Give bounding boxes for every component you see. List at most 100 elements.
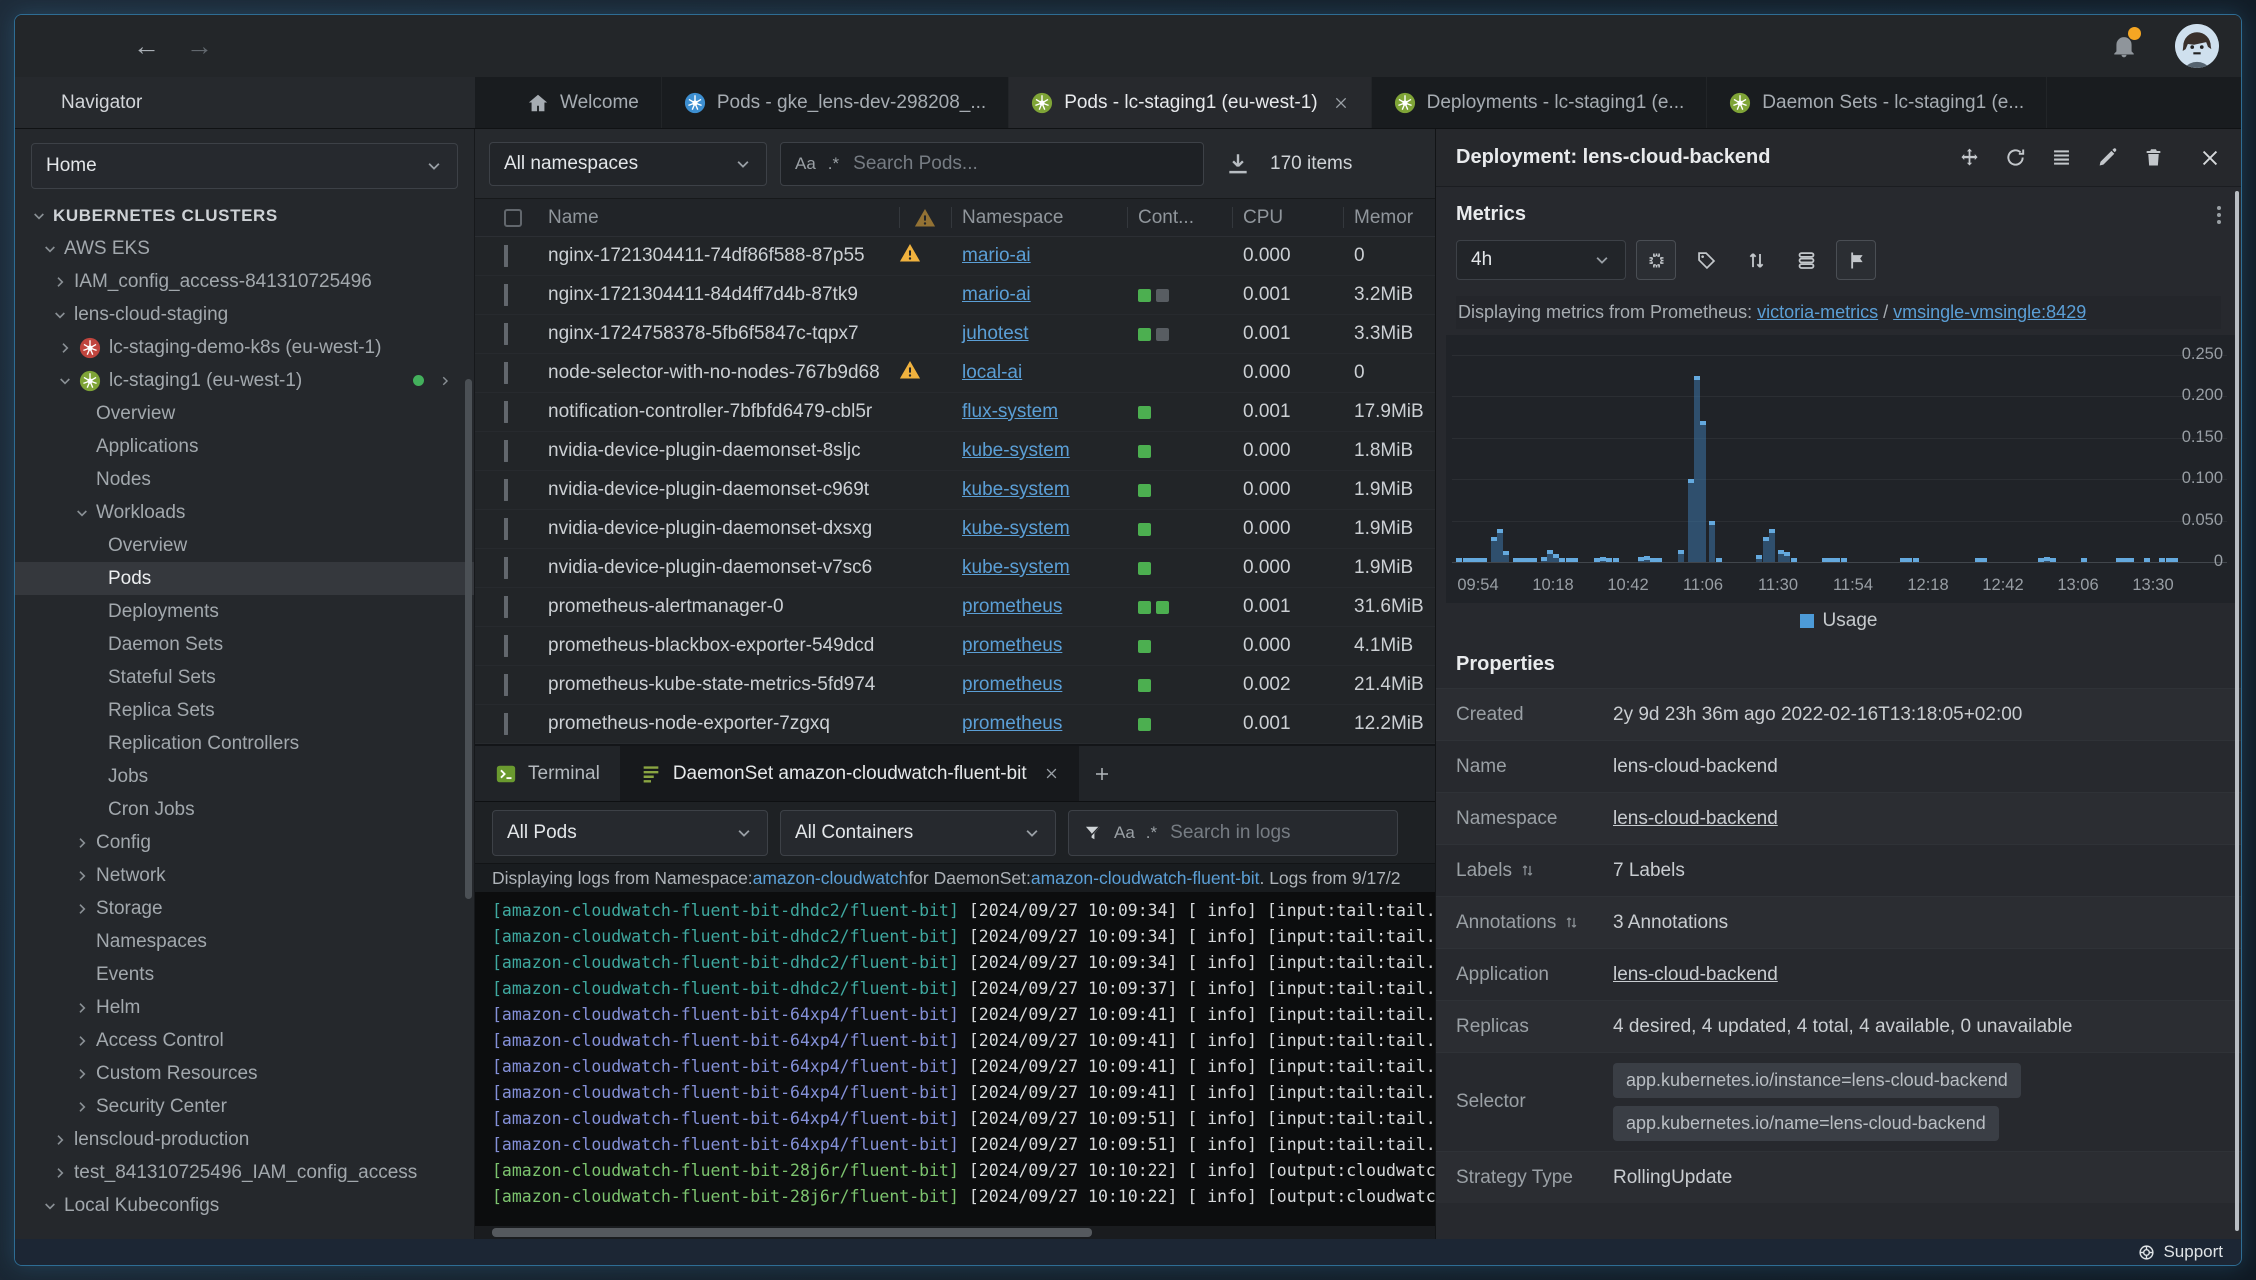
flag-button[interactable] [1836,240,1876,280]
warning-column-icon[interactable] [914,207,936,229]
prometheus-namespace-link[interactable]: victoria-metrics [1757,302,1878,322]
table-row[interactable]: prometheus-kube-state-metrics-5fd974 prom… [475,666,1435,705]
namespace-link[interactable]: kube-system [962,557,1070,578]
column-header-memory[interactable]: Memor [1343,199,1435,236]
table-row[interactable]: nginx-1721304411-74df86f588-87p55 mario-a… [475,237,1435,276]
namespace-link[interactable]: prometheus [962,713,1062,734]
sort-arrows-button[interactable] [1736,240,1776,280]
namespace-link[interactable]: mario-ai [962,245,1031,266]
download-icon[interactable] [1225,151,1251,177]
chevron-down-icon[interactable] [74,505,90,521]
row-checkbox[interactable] [504,557,508,579]
column-header-containers[interactable]: Cont... [1127,199,1232,236]
chevron-down-icon[interactable] [57,373,73,389]
row-checkbox[interactable] [504,596,508,618]
row-checkbox[interactable] [504,284,508,306]
containers-filter-select[interactable]: All Containers [780,809,1056,856]
tab-daemon-sets-lc-staging1-e[interactable]: Daemon Sets - lc-staging1 (e... [1707,77,2048,128]
chevron-down-icon[interactable] [31,208,47,224]
kebab-menu-icon[interactable] [2217,205,2221,224]
sort-toggle-icon[interactable] [1520,863,1535,878]
tag-button[interactable] [1686,240,1726,280]
namespace-link[interactable]: flux-system [962,401,1058,422]
table-row[interactable]: nvidia-device-plugin-daemonset-dxsxg kube… [475,510,1435,549]
sidebar-item-iam-config-access-841310725496[interactable]: IAM_config_access-841310725496 [15,265,474,298]
sort-toggle-icon[interactable] [1564,915,1579,930]
pods-search-input[interactable] [851,151,1189,176]
sidebar-item-aws-eks[interactable]: AWS EKS [15,232,474,265]
sidebar-scope-select[interactable]: Home [31,143,458,189]
sidebar-item-network[interactable]: Network [15,859,474,892]
table-row[interactable]: nginx-1721304411-84d4ff7d4b-87tk9 mario-a… [475,276,1435,315]
row-checkbox[interactable] [504,401,508,423]
menu-icon[interactable] [2051,147,2072,168]
close-icon[interactable] [1044,766,1059,781]
notifications-bell-icon[interactable] [2111,27,2141,59]
sidebar-item-lc-staging1-eu-west-1[interactable]: lc-staging1 (eu-west-1) [15,364,474,397]
row-checkbox[interactable] [504,674,508,696]
row-checkbox[interactable] [504,323,508,345]
namespace-link[interactable]: kube-system [962,518,1070,539]
chevron-right-icon[interactable] [52,1132,68,1148]
cpu-usage-chart[interactable]: 0.250 0.200 0.150 0.100 0.050 0 09:54 10:18 10:4… [1446,335,2237,603]
chevron-right-icon[interactable] [74,1000,90,1016]
sidebar-item-security-center[interactable]: Security Center [15,1090,474,1123]
sidebar-item-custom-resources[interactable]: Custom Resources [15,1057,474,1090]
row-checkbox[interactable] [504,635,508,657]
new-dock-tab-button[interactable] [1079,746,1125,801]
log-output[interactable]: [amazon-cloudwatch-fluent-bit-dhdc2/flue… [475,892,1435,1226]
chevron-down-icon[interactable] [42,241,58,257]
sidebar-item-events[interactable]: Events [15,958,474,991]
namespace-link[interactable]: kube-system [962,440,1070,461]
tab-deployments-lc-staging1-e[interactable]: Deployments - lc-staging1 (e... [1372,77,1708,128]
column-header-name[interactable]: Name [541,199,899,236]
sidebar-item-local-kubeconfigs[interactable]: Local Kubeconfigs [15,1189,474,1222]
sidebar-item-workloads[interactable]: Workloads [15,496,474,529]
column-header-namespace[interactable]: Namespace [951,199,1127,236]
chart-legend[interactable]: Usage [1436,603,2241,639]
namespace-link[interactable]: prometheus [962,635,1062,656]
sidebar-item-config[interactable]: Config [15,826,474,859]
namespace-link[interactable]: juhotest [962,323,1029,344]
match-case-icon[interactable]: Aa [1114,823,1135,843]
chevron-right-icon[interactable] [52,274,68,290]
row-checkbox[interactable] [504,362,508,384]
column-header-cpu[interactable]: CPU [1232,199,1343,236]
sidebar-item-jobs[interactable]: Jobs [15,760,474,793]
sidebar-item-lenscloud-production[interactable]: lenscloud-production [15,1123,474,1156]
namespace-link[interactable]: kube-system [962,479,1070,500]
namespace-filter-select[interactable]: All namespaces [489,141,767,186]
edit-icon[interactable] [2097,147,2118,168]
row-checkbox[interactable] [504,245,508,267]
logs-daemonset-link[interactable]: amazon-cloudwatch-fluent-bit [1031,868,1260,889]
sidebar-item-overview[interactable]: Overview [15,529,474,562]
chevron-right-icon[interactable] [52,1165,68,1181]
refresh-icon[interactable] [2005,147,2026,168]
filter-funnel-icon[interactable] [1083,823,1103,843]
table-row[interactable]: node-selector-with-no-nodes-767b9d68 loca… [475,354,1435,393]
table-row[interactable]: nvidia-device-plugin-daemonset-v7sc6 kube… [475,549,1435,588]
prometheus-service-link[interactable]: vmsingle-vmsingle:8429 [1893,302,2086,322]
row-checkbox[interactable] [504,713,508,735]
trash-icon[interactable] [2143,147,2164,168]
chevron-right-icon[interactable] [438,374,452,388]
chevron-right-icon[interactable] [57,340,73,356]
chevron-down-icon[interactable] [42,1198,58,1214]
namespace-link[interactable]: prometheus [962,596,1062,617]
sidebar-item-access-control[interactable]: Access Control [15,1024,474,1057]
logs-search-input[interactable] [1168,820,1383,845]
move-icon[interactable] [1959,147,1980,168]
row-checkbox[interactable] [504,518,508,540]
forward-icon[interactable]: → [186,32,213,60]
close-icon[interactable] [1333,95,1349,111]
select-all-checkbox[interactable] [504,208,522,227]
sidebar-item-storage[interactable]: Storage [15,892,474,925]
sidebar-item-nodes[interactable]: Nodes [15,463,474,496]
namespace-link[interactable]: mario-ai [962,284,1031,305]
selector-badge[interactable]: app.kubernetes.io/instance=lens-cloud-ba… [1613,1063,2021,1098]
chevron-right-icon[interactable] [74,1066,90,1082]
chevron-down-icon[interactable] [52,307,68,323]
chevron-right-icon[interactable] [74,835,90,851]
dock-tab-daemonset-logs[interactable]: DaemonSet amazon-cloudwatch-fluent-bit [619,746,1079,801]
chevron-right-icon[interactable] [74,868,90,884]
